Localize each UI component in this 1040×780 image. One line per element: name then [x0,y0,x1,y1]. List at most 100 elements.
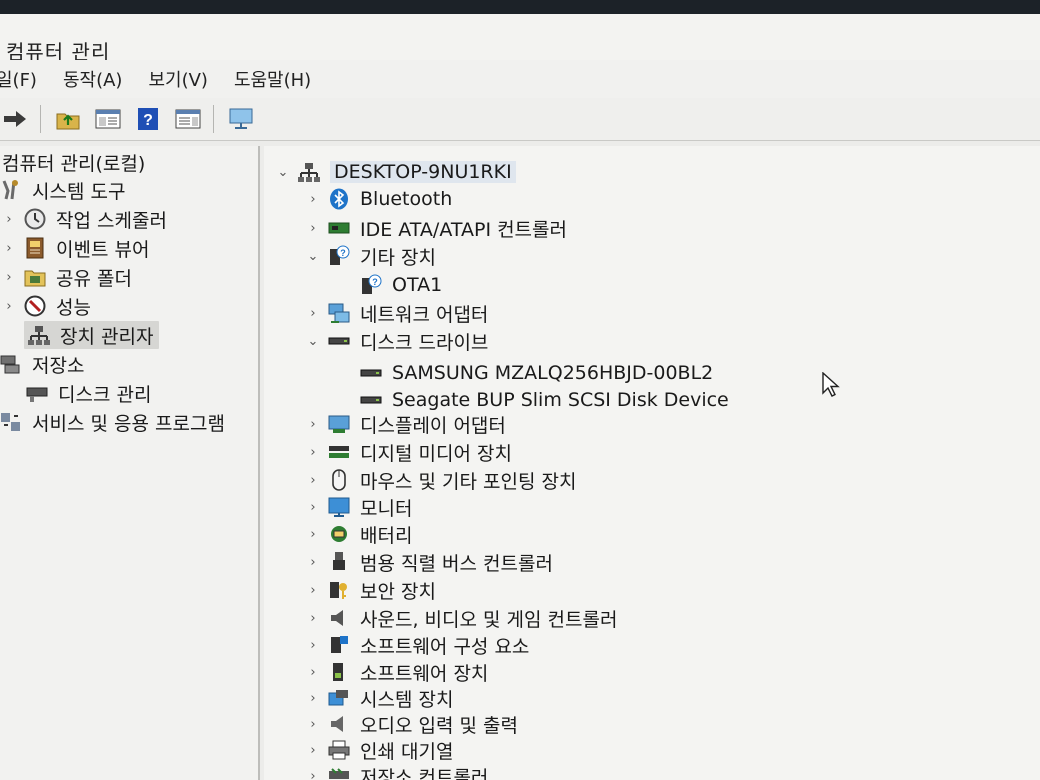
device-category[interactable]: › 인쇄 대기열 [306,736,453,764]
device-category[interactable]: ⌄ 디스크 드라이브 [306,327,489,355]
disk-management-icon [26,387,48,402]
menu-bar: 일(F) 동작(A) 보기(V) 도움말(H) [0,60,1040,98]
menu-file[interactable]: 일(F) [0,66,37,92]
device-category[interactable]: › 소프트웨어 장치 [306,658,488,686]
device-category[interactable]: › Bluetooth [306,185,452,213]
device-category[interactable]: › 사운드, 비디오 및 게임 컨트롤러 [306,604,617,632]
monitor-icon [229,108,253,129]
chevron-right-icon[interactable]: › [306,221,320,236]
event-log-icon [26,237,44,259]
tree-item-performance[interactable]: › 성능 [2,292,91,320]
monitor-icon [328,497,350,517]
desktop-background [0,0,1040,14]
device-category-label: 소프트웨어 장치 [360,662,489,685]
forward-arrow-icon [4,111,26,127]
chevron-right-icon[interactable]: › [306,473,320,488]
up-folder-button[interactable] [55,106,81,132]
menu-action[interactable]: 동작(A) [63,66,122,92]
svg-text:?: ? [340,248,346,258]
tree-item-label: 시스템 도구 [32,180,126,203]
unknown-device-icon: ? [362,274,382,294]
chevron-right-icon[interactable]: › [306,769,320,780]
svg-text:?: ? [143,112,153,129]
chevron-right-icon[interactable]: › [306,527,320,542]
chevron-right-icon[interactable]: › [306,555,320,570]
chevron-right-icon[interactable]: › [306,583,320,598]
device-category[interactable]: › 마우스 및 기타 포인팅 장치 [306,466,576,494]
device-category[interactable]: › 보안 장치 [306,576,436,604]
tree-item-label: 성능 [56,296,91,319]
tree-item-storage[interactable]: 저장소 [0,350,84,378]
device-category-label: 저장소 컨트롤러 [360,766,489,780]
clock-icon [24,208,46,230]
system-device-icon [328,690,348,706]
device-category[interactable]: › 네트워크 어댑터 [306,299,488,327]
tree-item-services-applications[interactable]: 서비스 및 응용 프로그램 [0,408,225,436]
chevron-right-icon[interactable]: › [306,691,320,706]
properties-icon [175,109,201,129]
device-item[interactable]: SAMSUNG MZALQ256HBJD-00BL2 [360,359,713,387]
tree-item-label: 이벤트 뷰어 [56,238,150,261]
title-bar: 컴퓨터 관리 [0,14,1040,64]
tree-item-label: 컴퓨터 관리(로컬) [2,152,146,175]
chevron-right-icon[interactable]: › [2,212,16,227]
tree-item-device-manager[interactable]: 장치 관리자 [24,321,160,349]
tree-item-system-tools[interactable]: 시스템 도구 [0,176,125,204]
help-button[interactable]: ? [135,106,161,132]
device-category[interactable]: › 디스플레이 어댑터 [306,410,506,438]
chevron-right-icon[interactable]: › [306,638,320,653]
device-category[interactable]: › IDE ATA/ATAPI 컨트롤러 [306,214,567,242]
chevron-down-icon[interactable]: ⌄ [276,165,290,180]
device-category[interactable]: › 시스템 장치 [306,684,453,712]
chevron-right-icon[interactable]: › [2,241,16,256]
forward-button[interactable] [2,106,28,132]
device-category-label: 오디오 입력 및 출력 [360,714,518,737]
tree-item-task-scheduler[interactable]: › 작업 스케줄러 [2,205,167,233]
tree-item-label: 장치 관리자 [60,325,154,348]
menu-help[interactable]: 도움말(H) [234,66,311,92]
device-category-label: 보안 장치 [360,580,436,603]
tree-item-event-viewer[interactable]: › 이벤트 뷰어 [2,234,149,262]
chevron-right-icon[interactable]: › [306,445,320,460]
host-name: DESKTOP-9NU1RKI [330,161,516,183]
bluetooth-icon [330,188,348,210]
device-category[interactable]: › 모니터 [306,493,412,521]
device-category-label: 네트워크 어댑터 [360,303,489,326]
chevron-right-icon[interactable]: › [306,306,320,321]
device-category[interactable]: › 오디오 입력 및 출력 [306,710,518,738]
unknown-device-icon: ? [330,245,350,265]
tree-item-shared-folders[interactable]: › 공유 폴더 [2,263,132,291]
scan-hardware-button[interactable] [228,106,254,132]
device-item[interactable]: ? OTA1 [360,271,442,299]
device-category-label: 범용 직렬 버스 컨트롤러 [360,552,553,575]
device-category[interactable]: › 배터리 [306,520,412,548]
tree-item-disk-management[interactable]: 디스크 관리 [26,379,151,407]
chevron-right-icon[interactable]: › [306,665,320,680]
digital-media-icon [329,446,349,458]
show-hide-tree-button[interactable] [95,106,121,132]
chevron-down-icon[interactable]: ⌄ [306,249,320,264]
device-category[interactable]: › 디지털 미디어 장치 [306,438,512,466]
tree-item-computer-management[interactable]: 컴퓨터 관리(로컬) [2,148,145,176]
device-category[interactable]: › 소프트웨어 구성 요소 [306,631,529,659]
device-category[interactable]: ⌄ ? 기타 장치 [306,242,436,270]
chevron-down-icon[interactable]: ⌄ [306,334,320,349]
chevron-right-icon[interactable]: › [2,299,16,314]
chevron-right-icon[interactable]: › [306,611,320,626]
chevron-right-icon[interactable]: › [2,270,16,285]
menu-view[interactable]: 보기(V) [148,66,207,92]
device-category[interactable]: › 범용 직렬 버스 컨트롤러 [306,548,553,576]
device-item-label: SAMSUNG MZALQ256HBJD-00BL2 [392,362,714,384]
chevron-right-icon[interactable]: › [306,192,320,207]
storage-icon [0,355,20,374]
device-category[interactable]: › 저장소 컨트롤러 [306,762,488,780]
device-tree-root[interactable]: ⌄ DESKTOP-9NU1RKI [276,158,516,186]
properties-button[interactable] [175,106,201,132]
tree-item-label: 저장소 [32,354,85,377]
network-adapter-icon [328,303,350,323]
chevron-right-icon[interactable]: › [306,500,320,515]
chevron-right-icon[interactable]: › [306,717,320,732]
chevron-right-icon[interactable]: › [306,743,320,758]
battery-icon [331,526,347,542]
chevron-right-icon[interactable]: › [306,417,320,432]
